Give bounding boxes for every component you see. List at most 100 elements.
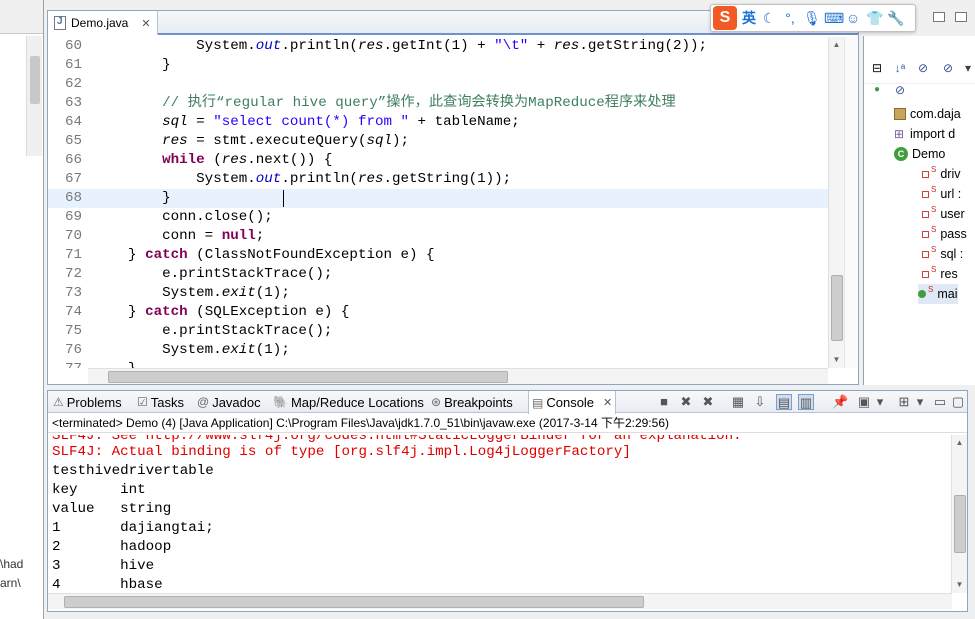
code-line[interactable]: 65 res = stmt.executeQuery(sql); — [48, 132, 828, 151]
code-line[interactable]: 76 System.exit(1); — [48, 341, 828, 360]
display-console-icon[interactable]: ▣ — [856, 394, 872, 410]
code-text: e.printStackTrace(); — [94, 322, 332, 341]
keyboard-icon[interactable]: ⌨ — [824, 10, 844, 27]
display-console-dropdown-icon[interactable]: ▾ — [872, 394, 888, 410]
open-console-dropdown-icon[interactable]: ▾ — [912, 394, 928, 410]
code-line[interactable]: 66 while (res.next()) { — [48, 151, 828, 170]
left-scroll-thumb[interactable] — [30, 56, 40, 104]
maximize-console-icon[interactable]: ▢ — [950, 394, 966, 410]
user-icon[interactable]: ☺ — [845, 10, 861, 26]
outline-item[interactable]: Spass — [922, 224, 967, 244]
code-line[interactable]: 74 } catch (SQLException e) { — [48, 303, 828, 322]
outline-item-label: Demo — [912, 147, 946, 161]
view-menu-icon[interactable]: ▾ — [960, 60, 975, 76]
pin-console-icon[interactable]: 📌 — [832, 394, 848, 410]
code-token: System. — [94, 171, 256, 187]
tab-breakpoints[interactable]: ⊛ Breakpoints — [428, 391, 516, 413]
hide-static-icon[interactable]: ⊘ — [940, 60, 956, 76]
collapse-all-icon[interactable]: ⊟ — [869, 60, 885, 76]
microphone-icon[interactable]: 🎙 — [803, 10, 821, 27]
code-line[interactable]: 68 } — [48, 189, 828, 208]
tab-tasks[interactable]: ☑ Tasks — [134, 391, 187, 413]
scroll-down-arrow-icon[interactable]: ▼ — [829, 352, 844, 368]
tasks-icon: ☑ — [137, 395, 148, 409]
wrench-icon[interactable]: 🔧 — [887, 10, 904, 27]
remove-all-terminated-icon[interactable]: ✖ — [700, 394, 716, 410]
code-line[interactable]: 62 — [48, 75, 828, 94]
close-tab-icon[interactable]: ✕ — [141, 17, 150, 30]
console-scroll-thumb[interactable] — [954, 495, 966, 553]
scroll-up-arrow-icon[interactable]: ▲ — [829, 37, 844, 53]
code-text: conn = null; — [94, 227, 264, 246]
code-line[interactable]: 64 sql = "select count(*) from " + table… — [48, 113, 828, 132]
outline-item[interactable]: Suser — [922, 204, 965, 224]
scroll-lock-icon[interactable]: ⇩ — [752, 394, 768, 410]
terminate-icon[interactable]: ■ — [656, 394, 672, 410]
hide-local-types-icon[interactable]: ⊘ — [892, 82, 908, 98]
sogou-logo-icon[interactable]: S — [713, 6, 737, 30]
moon-icon[interactable]: ☾ — [761, 10, 777, 27]
ime-language-toggle[interactable]: 英 — [742, 8, 756, 28]
code-line[interactable]: 61 } — [48, 56, 828, 75]
code-line[interactable]: 77 } — [48, 360, 828, 368]
console-vertical-scrollbar[interactable]: ▲ ▼ — [951, 435, 967, 593]
code-line[interactable]: 70 conn = null; — [48, 227, 828, 246]
open-console-icon[interactable]: ⊞ — [896, 394, 912, 410]
editor-hscroll-thumb[interactable] — [108, 371, 508, 383]
outline-item[interactable]: ⊞ import d — [894, 124, 955, 144]
show-on-stderr-icon[interactable]: ▥ — [798, 394, 814, 410]
hide-fields-icon[interactable]: ⊘ — [915, 60, 931, 76]
remove-launch-icon[interactable]: ✖ — [678, 394, 694, 410]
console-horizontal-scrollbar[interactable] — [48, 593, 952, 609]
show-on-stdout-icon[interactable]: ▤ — [776, 394, 792, 410]
tab-console[interactable]: ▤ Console ✕ — [528, 391, 617, 414]
console-scroll-down-icon[interactable]: ▼ — [952, 577, 967, 593]
code-line[interactable]: 71 } catch (ClassNotFoundException e) { — [48, 246, 828, 265]
code-line[interactable]: 67 System.out.println(res.getString(1)); — [48, 170, 828, 189]
clear-console-icon[interactable]: ▦ — [730, 394, 746, 410]
console-output[interactable]: SLF4J: See http://www.slf4j.org/codes.ht… — [48, 435, 952, 593]
code-token: ; — [255, 228, 265, 244]
overview-ruler[interactable] — [844, 37, 858, 368]
outline-item[interactable]: com.daja — [894, 104, 961, 124]
tab-problems[interactable]: ⚠ Problems — [50, 391, 125, 413]
tab-javadoc[interactable]: @ Javadoc — [194, 391, 264, 413]
editor-tab-demo-java[interactable]: Demo.java ✕ — [48, 11, 158, 35]
code-token: .getString(2)); — [579, 38, 708, 54]
outline-item[interactable]: C Demo — [894, 144, 945, 164]
minimize-icon[interactable] — [933, 12, 945, 22]
skin-shirt-icon[interactable]: 👕 — [866, 10, 883, 27]
line-number: 63 — [64, 95, 82, 111]
code-line[interactable]: 69 conn.close(); — [48, 208, 828, 227]
sort-icon[interactable]: ↓ᵃ — [892, 60, 908, 76]
code-line[interactable]: 75 e.printStackTrace(); — [48, 322, 828, 341]
outline-item[interactable]: Surl : — [922, 184, 961, 204]
code-token: "\t" — [494, 38, 529, 54]
code-line[interactable]: 73 System.exit(1); — [48, 284, 828, 303]
outline-item[interactable]: Smai — [918, 284, 958, 304]
code-token: out — [255, 38, 282, 54]
tab-map-reduce-locations[interactable]: 🐘 Map/Reduce Locations — [270, 391, 427, 413]
editor-horizontal-scrollbar[interactable] — [88, 368, 828, 384]
outline-item[interactable]: Sdriv — [922, 164, 961, 184]
hide-nonpublic-icon[interactable]: ● — [869, 82, 885, 98]
console-hscroll-thumb[interactable] — [64, 596, 644, 608]
code-line[interactable]: 63 // 执行“regular hive query”操作，此查询会转换为Ma… — [48, 94, 828, 113]
minimize-console-icon[interactable]: ▭ — [932, 394, 948, 410]
code-area[interactable]: 60 System.out.println(res.getInt(1) + "\… — [48, 37, 828, 368]
editor-scroll-thumb[interactable] — [831, 275, 843, 341]
punctuation-icon[interactable]: °, — [782, 10, 798, 26]
static-method-icon — [918, 290, 926, 298]
close-console-icon[interactable]: ✕ — [603, 396, 612, 409]
tab-label: Tasks — [150, 394, 184, 410]
console-scroll-up-icon[interactable]: ▲ — [952, 435, 967, 451]
editor-vertical-scrollbar[interactable]: ▲ ▼ — [828, 37, 844, 368]
code-line[interactable]: 72 e.printStackTrace(); — [48, 265, 828, 284]
outline-item[interactable]: Ssql : — [922, 244, 963, 264]
left-vertical-scrollbar[interactable] — [26, 36, 42, 156]
code-token: res — [162, 133, 188, 149]
maximize-icon[interactable] — [955, 12, 967, 22]
code-line[interactable]: 60 System.out.println(res.getInt(1) + "\… — [48, 37, 828, 56]
line-number: 72 — [64, 266, 82, 282]
